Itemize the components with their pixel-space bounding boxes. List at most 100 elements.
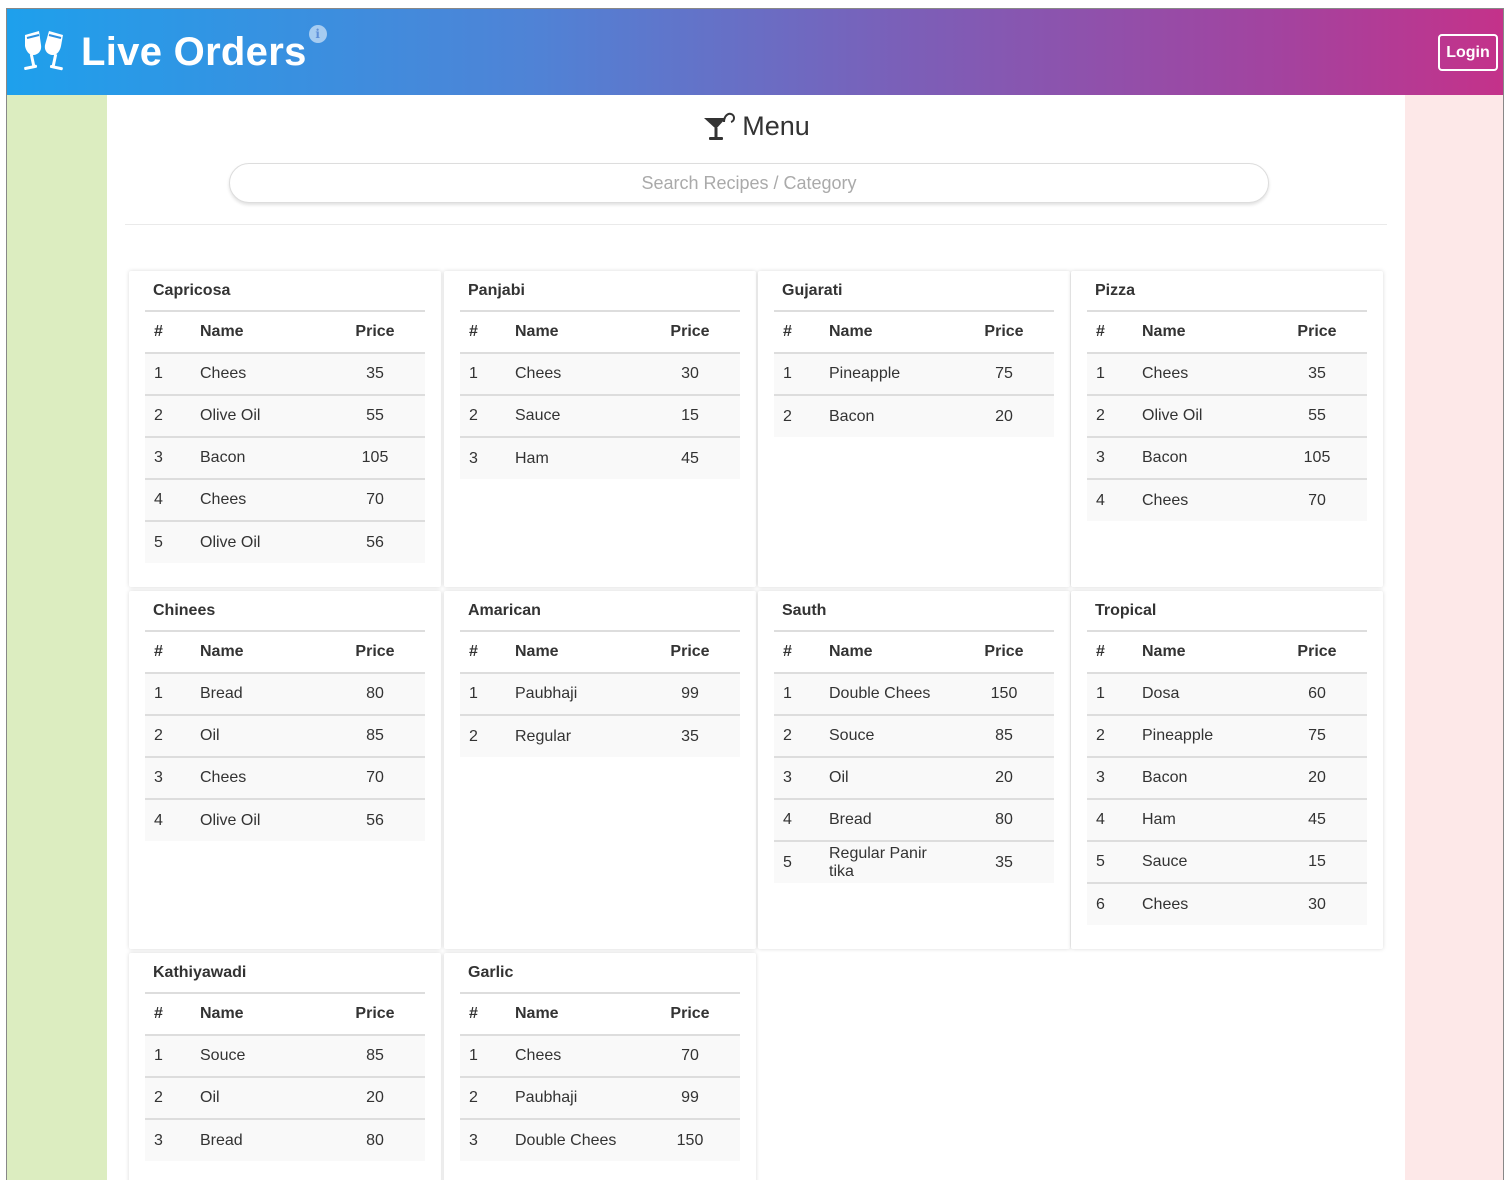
category-card: Kathiyawadi # Name Price 1 Souce 85 2 Oil 20 3 Brea… — [129, 953, 441, 1180]
item-name: Bacon — [820, 395, 954, 437]
table-row[interactable]: 2 Sauce 15 — [460, 395, 740, 438]
table-row[interactable]: 2 Oil 85 — [145, 715, 425, 758]
item-number: 2 — [145, 395, 191, 438]
menu-table: # Name Price 1 Dosa 60 2 Pineapple 75 3 Bacon 20 4 Ha… — [1087, 630, 1367, 925]
item-price: 99 — [640, 673, 740, 716]
category-card: Amarican # Name Price 1 Paubhaji 99 2 Regular 35 — [444, 591, 756, 949]
table-row[interactable]: 1 Chees 35 — [145, 353, 425, 396]
item-number: 2 — [460, 715, 506, 757]
item-price: 20 — [954, 757, 1054, 800]
item-name: Pineapple — [820, 353, 954, 396]
login-button[interactable]: Login — [1438, 34, 1498, 71]
table-row[interactable]: 2 Souce 85 — [774, 715, 1054, 758]
table-row[interactable]: 2 Regular 35 — [460, 715, 740, 757]
search-input[interactable] — [229, 163, 1269, 203]
item-number: 2 — [145, 1077, 191, 1120]
item-name: Regular — [506, 715, 640, 757]
item-price: 80 — [325, 673, 425, 716]
category-title: Amarican — [468, 602, 541, 619]
header-name: Name — [506, 630, 640, 674]
item-name: Chees — [191, 353, 325, 396]
item-price: 85 — [325, 715, 425, 758]
category-title: Pizza — [1095, 282, 1136, 299]
item-name: Sauce — [506, 395, 640, 438]
header-price: Price — [1267, 630, 1367, 674]
item-price: 85 — [954, 715, 1054, 758]
table-row[interactable]: 1 Dosa 60 — [1087, 673, 1367, 716]
item-name: Chees — [191, 757, 325, 800]
header-num: # — [145, 992, 191, 1036]
table-row[interactable]: 6 Chees 30 — [1087, 883, 1367, 925]
category-title: Chinees — [153, 602, 216, 619]
item-price: 150 — [954, 673, 1054, 716]
header-price: Price — [954, 310, 1054, 354]
category-card: Tropical # Name Price 1 Dosa 60 2 Pineapple 75 3 Ba… — [1071, 591, 1383, 949]
table-row[interactable]: 2 Paubhaji 99 — [460, 1077, 740, 1120]
menu-table: # Name Price 1 Bread 80 2 Oil 85 3 Chees 70 4 Olive O… — [145, 630, 425, 841]
table-row[interactable]: 2 Pineapple 75 — [1087, 715, 1367, 758]
item-number: 2 — [774, 715, 820, 758]
table-row[interactable]: 1 Pineapple 75 — [774, 353, 1054, 396]
item-price: 30 — [1267, 883, 1367, 925]
table-row[interactable]: 1 Chees 30 — [460, 353, 740, 396]
table-row[interactable]: 4 Bread 80 — [774, 799, 1054, 842]
header-price: Price — [640, 992, 740, 1036]
table-row[interactable]: 2 Oil 20 — [145, 1077, 425, 1120]
table-row[interactable]: 2 Olive Oil 55 — [145, 395, 425, 438]
table-row[interactable]: 2 Olive Oil 55 — [1087, 395, 1367, 438]
table-row[interactable]: 1 Double Chees 150 — [774, 673, 1054, 716]
item-number: 4 — [774, 799, 820, 842]
table-row[interactable]: 3 Bacon 105 — [145, 437, 425, 480]
header-name: Name — [191, 992, 325, 1036]
category-title: Gujarati — [782, 282, 843, 299]
item-number: 1 — [145, 353, 191, 396]
item-number: 3 — [145, 757, 191, 800]
table-row[interactable]: 4 Olive Oil 56 — [145, 799, 425, 841]
header-num: # — [460, 630, 506, 674]
header-num: # — [1087, 310, 1133, 354]
table-row[interactable]: 1 Chees 70 — [460, 1035, 740, 1078]
header-num: # — [774, 630, 820, 674]
table-row[interactable]: 3 Ham 45 — [460, 437, 740, 479]
info-icon[interactable]: i — [308, 25, 327, 43]
category-title: Tropical — [1095, 602, 1157, 619]
table-row[interactable]: 3 Double Chees 150 — [460, 1119, 740, 1161]
table-row[interactable]: 3 Bread 80 — [145, 1119, 425, 1161]
category-card: Pizza # Name Price 1 Chees 35 2 Olive Oil 55 3 Baco… — [1071, 271, 1383, 587]
cocktail-icon — [704, 112, 736, 140]
item-price: 150 — [640, 1119, 740, 1161]
table-row[interactable]: 4 Chees 70 — [145, 479, 425, 522]
item-number: 6 — [1087, 883, 1133, 925]
brand[interactable]: Live Orders i — [19, 25, 327, 75]
table-row[interactable]: 1 Bread 80 — [145, 673, 425, 716]
item-number: 1 — [1087, 673, 1133, 716]
header-name: Name — [1133, 310, 1267, 354]
table-row[interactable]: 4 Ham 45 — [1087, 799, 1367, 842]
menu-table: # Name Price 1 Chees 30 2 Sauce 15 3 Ham 45 — [460, 310, 740, 479]
category-card: Gujarati # Name Price 1 Pineapple 75 2 Bacon 20 — [758, 271, 1070, 587]
table-row[interactable]: 5 Regular Panir tika 35 — [774, 841, 1054, 883]
item-name: Bacon — [191, 437, 325, 480]
category-card: Panjabi # Name Price 1 Chees 30 2 Sauce 15 3 Ham 45 — [444, 271, 756, 587]
item-name: Olive Oil — [1133, 395, 1267, 438]
table-row[interactable]: 3 Bacon 20 — [1087, 757, 1367, 800]
page-frame: Live Orders i Login Menu Capricosa#NameP… — [6, 8, 1504, 1180]
table-row[interactable]: 3 Oil 20 — [774, 757, 1054, 800]
item-price: 70 — [325, 757, 425, 800]
table-row[interactable]: 2 Bacon 20 — [774, 395, 1054, 437]
item-price: 70 — [1267, 479, 1367, 521]
table-row[interactable]: 1 Souce 85 — [145, 1035, 425, 1078]
table-row[interactable]: 3 Bacon 105 — [1087, 437, 1367, 480]
table-row[interactable]: 3 Chees 70 — [145, 757, 425, 800]
item-number: 1 — [460, 1035, 506, 1078]
item-name: Bread — [820, 799, 954, 842]
table-row[interactable]: 1 Paubhaji 99 — [460, 673, 740, 716]
table-row[interactable]: 1 Chees 35 — [1087, 353, 1367, 396]
table-row[interactable]: 5 Olive Oil 56 — [145, 521, 425, 563]
item-price: 55 — [1267, 395, 1367, 438]
item-name: Pineapple — [1133, 715, 1267, 758]
item-price: 60 — [1267, 673, 1367, 716]
table-header-row: # Name Price — [145, 310, 425, 354]
table-row[interactable]: 4 Chees 70 — [1087, 479, 1367, 521]
table-row[interactable]: 5 Sauce 15 — [1087, 841, 1367, 884]
